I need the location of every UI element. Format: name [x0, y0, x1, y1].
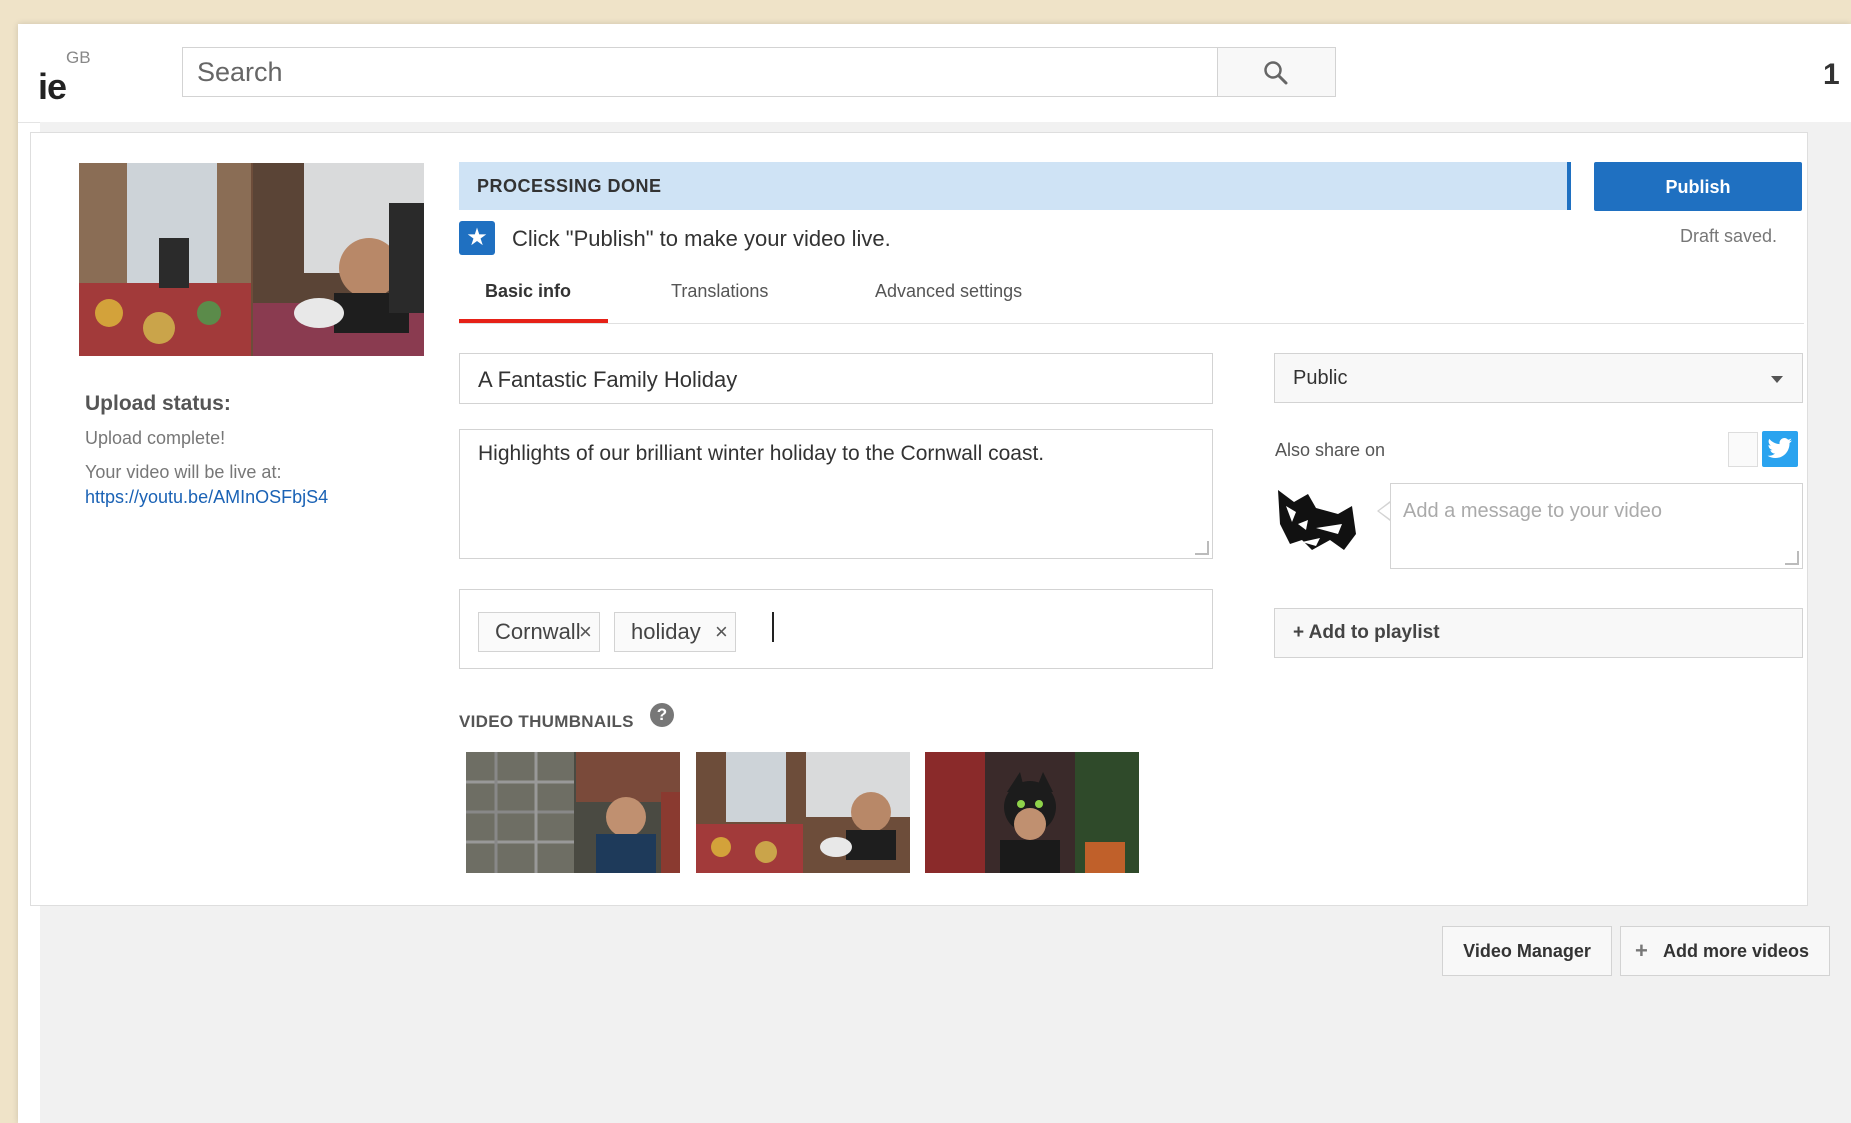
resize-handle-icon[interactable]: [1195, 541, 1209, 555]
tab-translations[interactable]: Translations: [671, 281, 768, 321]
share-message-box: [1390, 483, 1803, 569]
live-at-label: Your video will be live at:: [85, 462, 282, 482]
search-button[interactable]: [1218, 47, 1336, 97]
description-input[interactable]: Highlights of our brilliant winter holid…: [459, 429, 1213, 559]
thumbnail-option-1[interactable]: [466, 752, 680, 873]
tags-input[interactable]: Cornwall × holiday ×: [459, 589, 1213, 669]
also-share-label: Also share on: [1275, 440, 1386, 460]
logo-region-label: GB: [66, 48, 91, 67]
search-icon: [1264, 61, 1288, 85]
video-manager-button[interactable]: Video Manager: [1442, 926, 1612, 976]
add-to-playlist-button[interactable]: + Add to playlist: [1274, 608, 1803, 658]
avatar: [1272, 484, 1360, 556]
chevron-down-icon: [1771, 376, 1783, 383]
add-to-playlist-label: + Add to playlist: [1293, 622, 1440, 643]
description-value: Highlights of our brilliant winter holid…: [478, 442, 1045, 465]
tag-chip: holiday ×: [614, 612, 736, 652]
tag-remove-icon[interactable]: ×: [579, 613, 592, 651]
upload-icon[interactable]: 1: [1823, 58, 1840, 92]
privacy-select[interactable]: Public: [1274, 353, 1803, 403]
tag-remove-icon[interactable]: ×: [715, 613, 728, 651]
publish-button[interactable]: Publish: [1594, 162, 1802, 211]
add-more-videos-label: Add more videos: [1663, 941, 1810, 961]
logo[interactable]: ie: [38, 66, 67, 108]
add-more-videos-button[interactable]: + Add more videos: [1620, 926, 1830, 976]
privacy-value: Public: [1293, 367, 1348, 389]
processing-status-text: PROCESSING DONE: [477, 176, 662, 196]
share-toggle[interactable]: [1728, 432, 1758, 467]
text-cursor: [772, 612, 774, 642]
upload-complete-text: Upload complete!: [85, 428, 226, 448]
thumbnail-option-3[interactable]: [925, 752, 1139, 873]
message-pointer-inner: [1379, 503, 1390, 519]
tag-chip: Cornwall ×: [478, 612, 600, 652]
tab-advanced-settings[interactable]: Advanced settings: [875, 281, 1022, 321]
search-input[interactable]: [183, 48, 1219, 96]
tab-bar: Basic info Translations Advanced setting…: [459, 275, 1804, 324]
tag-label: holiday: [631, 619, 701, 644]
tag-label: Cornwall: [495, 619, 581, 644]
top-bar: ie GB 1: [18, 24, 1851, 123]
draft-saved-text: Draft saved.: [1680, 226, 1778, 246]
video-thumbnails-label: VIDEO THUMBNAILS: [459, 712, 634, 731]
resize-handle-icon[interactable]: [1785, 551, 1799, 565]
publish-hint: Click "Publish" to make your video live.: [512, 226, 891, 251]
plus-icon: +: [1635, 938, 1648, 963]
title-value: A Fantastic Family Holiday: [478, 367, 738, 392]
thumbnail-option-2[interactable]: [696, 752, 910, 873]
help-icon[interactable]: ?: [650, 703, 674, 727]
share-message-input[interactable]: [1391, 484, 1802, 568]
processing-status-bar: PROCESSING DONE: [459, 162, 1571, 210]
title-input[interactable]: A Fantastic Family Holiday: [459, 353, 1213, 404]
star-icon: ★: [459, 221, 495, 255]
video-url-link[interactable]: https://youtu.be/AMInOSFbjS4: [85, 487, 328, 508]
tab-basic-info[interactable]: Basic info: [485, 281, 571, 321]
twitter-share-button[interactable]: [1762, 431, 1798, 467]
active-tab-indicator: [459, 319, 608, 323]
search-box: [182, 47, 1219, 97]
twitter-icon: [1767, 438, 1792, 458]
video-preview-thumbnail: [79, 163, 424, 356]
upload-status-label: Upload status:: [85, 392, 231, 415]
